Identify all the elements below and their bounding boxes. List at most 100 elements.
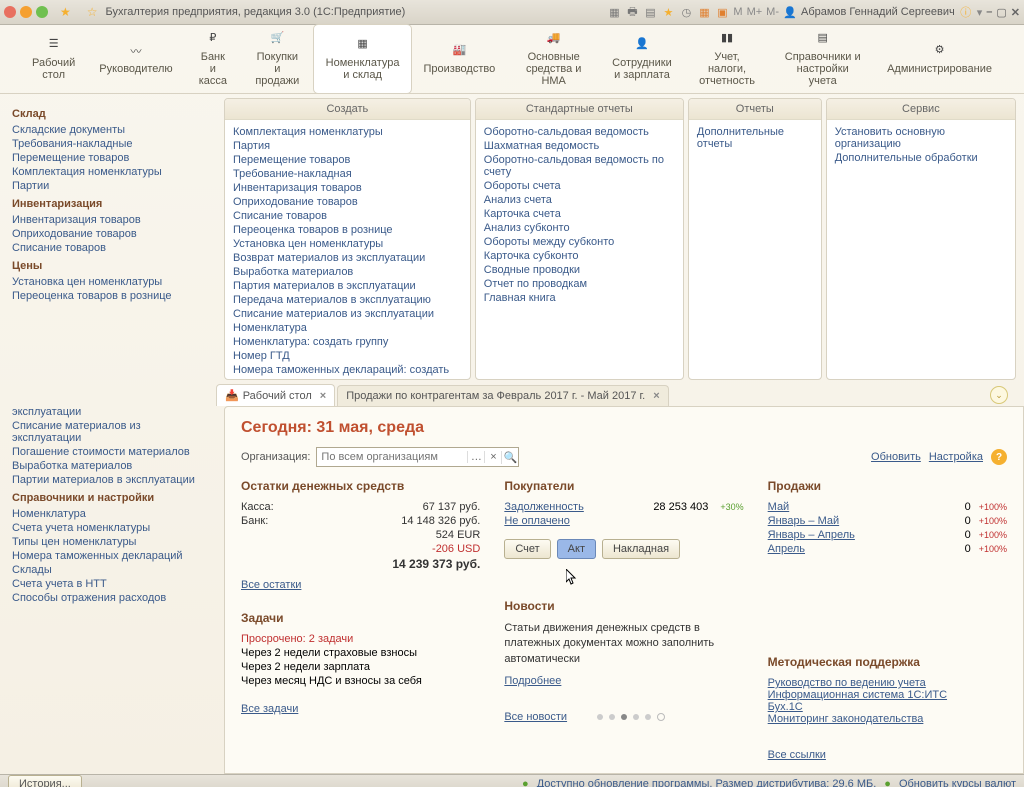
maximize-window[interactable] [36,6,48,18]
minimize-window[interactable] [20,6,32,18]
panel-link[interactable]: Номенклатура [233,322,462,334]
panel-link[interactable]: Номера таможенных деклараций: создать гр… [233,364,462,379]
panel-link[interactable]: Установить основную организацию [835,126,1007,150]
panel-link[interactable]: Переоценка товаров в рознице [233,224,462,236]
support-link[interactable]: Бух.1С [768,701,803,713]
star2-icon[interactable]: ★ [661,5,675,19]
min-btn[interactable]: – [986,6,992,18]
news-pager[interactable] [597,713,665,721]
panel-link[interactable]: Обороты между субконто [484,236,675,248]
settings-link[interactable]: Настройка [929,451,983,463]
side-link[interactable]: Выработка материалов [12,460,212,472]
all-news-link[interactable]: Все новости [504,711,567,723]
nav-sales[interactable]: 🛒Покупки и продажи [241,25,314,93]
panel-link[interactable]: Выработка материалов [233,266,462,278]
panel-link[interactable]: Комплектация номенклатуры [233,126,462,138]
all-balances-link[interactable]: Все остатки [241,579,301,591]
dropdown-icon[interactable]: ▾ [977,6,983,19]
panel-link[interactable]: Оборотно-сальдовая ведомость [484,126,675,138]
calc-icon[interactable]: ▦ [697,5,711,19]
side-link[interactable]: Счета учета в НТТ [12,578,212,590]
nav-bank[interactable]: ₽Банк и касса [185,25,241,93]
side-link[interactable]: Складские документы [12,124,212,136]
org-search-icon[interactable]: 🔍 [501,451,518,464]
sales-period-link[interactable]: Май [768,501,790,513]
help-icon[interactable]: ? [991,449,1007,465]
panel-link[interactable]: Шахматная ведомость [484,140,675,152]
panel-link[interactable]: Карточка субконто [484,250,675,262]
debt-link[interactable]: Задолженность [504,501,584,513]
nav-tax[interactable]: ▮▮Учет, налоги, отчетность [684,25,771,93]
grid-icon[interactable]: ▦ [607,5,621,19]
btn-schet[interactable]: Счет [504,539,550,559]
side-link[interactable]: Партии материалов в эксплуатации [12,474,212,486]
panel-link[interactable]: Дополнительные отчеты [697,126,813,150]
nav-hr[interactable]: 👤Сотрудники и зарплата [600,25,684,93]
refresh-link[interactable]: Обновить [871,451,921,463]
side-link[interactable]: Партии [12,180,212,192]
news-more-link[interactable]: Подробнее [504,675,561,687]
side-link[interactable]: Установка цен номенклатуры [12,276,212,288]
side-link[interactable]: Перемещение товаров [12,152,212,164]
side-link[interactable]: Возвраты материалов из эксплуатации [12,406,212,418]
sales-period-link[interactable]: Апрель [768,543,805,555]
sales-period-link[interactable]: Январь – Май [768,515,839,527]
panel-link[interactable]: Номенклатура: создать группу [233,336,462,348]
btn-akt[interactable]: Акт [557,539,596,559]
side-link[interactable]: Типы цен номенклатуры [12,536,212,548]
panel-link[interactable]: Оприходование товаров [233,196,462,208]
unpaid-link[interactable]: Не оплачено [504,515,570,527]
print-icon[interactable]: 🖶 [625,5,639,19]
panel-link[interactable]: Партия [233,140,462,152]
support-link[interactable]: Руководство по ведению учета [768,677,926,689]
history-button[interactable]: История... [8,775,82,787]
tab-sales-report[interactable]: Продажи по контрагентам за Февраль 2017 … [337,385,668,406]
sales-period-link[interactable]: Январь – Апрель [768,529,855,541]
panel-link[interactable]: Списание товаров [233,210,462,222]
panel-link[interactable]: Установка цен номенклатуры [233,238,462,250]
rates-link[interactable]: Обновить курсы валют [899,778,1016,787]
all-tasks-link[interactable]: Все задачи [241,703,298,715]
panel-link[interactable]: Сводные проводки [484,264,675,276]
side-link[interactable]: Оприходование товаров [12,228,212,240]
m-plus[interactable]: M [733,6,742,18]
panel-link[interactable]: Анализ счета [484,194,675,206]
panel-link[interactable]: Возврат материалов из эксплуатации [233,252,462,264]
panel-link[interactable]: Номер ГТД [233,350,462,362]
side-link[interactable]: Номера таможенных деклараций [12,550,212,562]
nav-manager[interactable]: 〰Руководителю [87,25,184,93]
side-link[interactable]: Списание товаров [12,242,212,254]
m-plus2[interactable]: M+ [747,6,763,18]
panel-link[interactable]: Главная книга [484,292,675,304]
all-links[interactable]: Все ссылки [768,749,826,761]
nav-refs[interactable]: ▤Справочники и настройки учета [770,25,875,93]
tab-close-icon[interactable]: × [320,390,326,402]
support-link[interactable]: Мониторинг законодательства [768,713,924,725]
username[interactable]: Абрамов Геннадий Сергеевич [801,6,955,18]
panel-link[interactable]: Анализ субконто [484,222,675,234]
panel-link[interactable]: Обороты счета [484,180,675,192]
panel-link[interactable]: Отчет по проводкам [484,278,675,290]
panel-link[interactable]: Передача материалов в эксплуатацию [233,294,462,306]
m-minus[interactable]: M- [766,6,779,18]
doc-icon[interactable]: ▤ [643,5,657,19]
close-window[interactable] [4,6,16,18]
cal-icon[interactable]: ▣ [715,5,729,19]
panel-link[interactable]: Дополнительные обработки [835,152,1007,164]
btn-nakl[interactable]: Накладная [602,539,680,559]
side-link[interactable]: Комплектация номенклатуры [12,166,212,178]
org-ellipsis-icon[interactable]: … [467,451,484,463]
nav-stock[interactable]: ▦Номенклатура и склад [314,25,412,93]
side-link[interactable]: Способы отражения расходов [12,592,212,604]
info-icon[interactable]: ⓘ [959,5,973,19]
panel-link[interactable]: Списание материалов из эксплуатации [233,308,462,320]
update-link[interactable]: Доступно обновление программы. Размер ди… [537,778,877,787]
tab-chevron-icon[interactable]: ⌄ [990,386,1008,404]
nav-desktop[interactable]: ☰Рабочий стол [20,25,87,93]
tab-close-icon[interactable]: × [653,390,659,402]
side-link[interactable]: Переоценка товаров в рознице [12,290,212,302]
panel-link[interactable]: Карточка счета [484,208,675,220]
nav-assets[interactable]: 🚚Основные средства и НМА [507,25,600,93]
side-link[interactable]: Счета учета номенклатуры [12,522,212,534]
side-link[interactable]: Номенклатура [12,508,212,520]
